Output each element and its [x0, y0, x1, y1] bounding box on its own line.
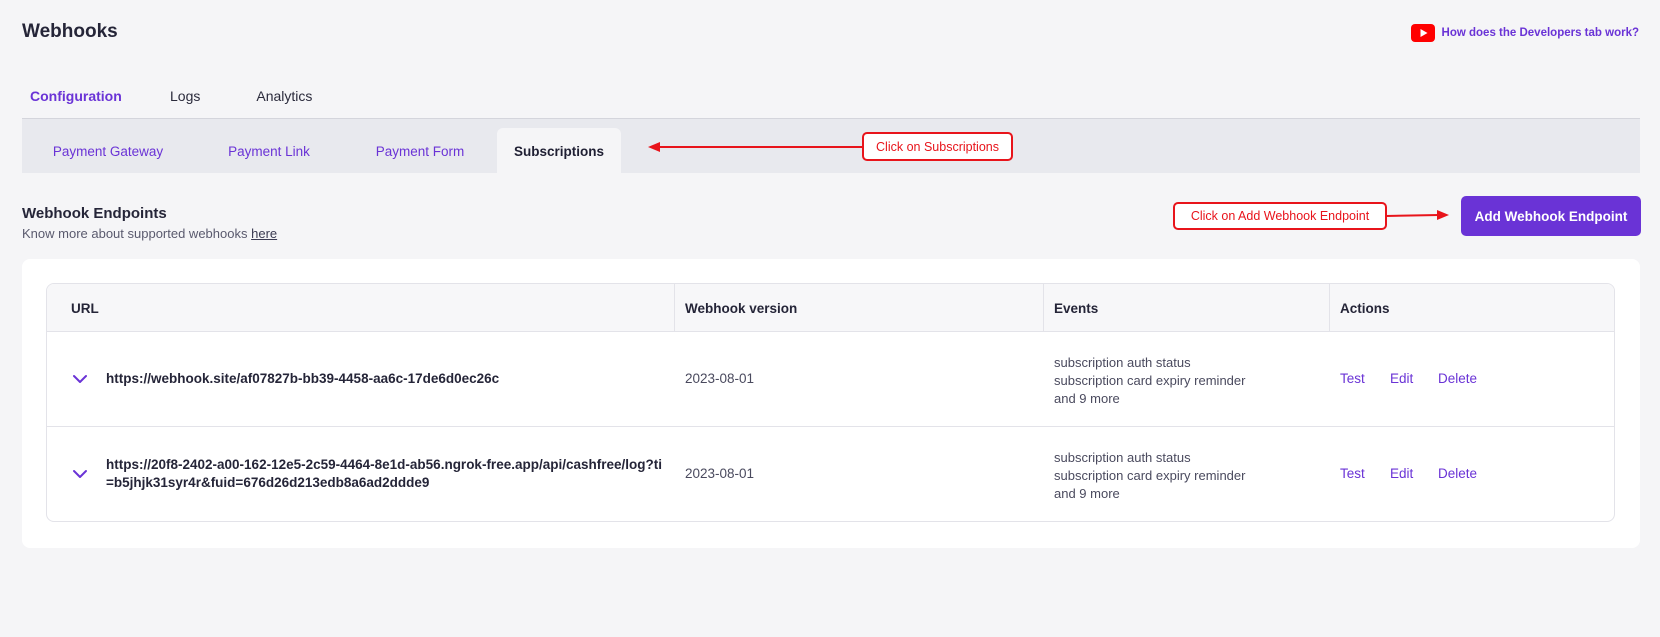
- table-header: URL Webhook version Events Actions: [47, 284, 1614, 332]
- event-item: subscription card expiry reminder: [1054, 468, 1246, 483]
- event-item: subscription auth status: [1054, 355, 1191, 370]
- column-divider: [1329, 284, 1330, 332]
- tab-logs[interactable]: Logs: [170, 66, 200, 120]
- subtab-subscriptions[interactable]: Subscriptions: [497, 128, 621, 174]
- event-more: and 9 more: [1054, 391, 1120, 406]
- webhook-endpoints-table: URL Webhook version Events Actions https…: [46, 283, 1615, 522]
- endpoint-url: https://webhook.site/af07827b-bb39-4458-…: [106, 371, 500, 386]
- chevron-down-icon[interactable]: [71, 370, 89, 388]
- annotation-click-add-endpoint: Click on Add Webhook Endpoint: [1173, 202, 1387, 230]
- event-item: subscription auth status: [1054, 450, 1191, 465]
- column-header-actions: Actions: [1340, 300, 1390, 316]
- column-divider: [1043, 284, 1044, 332]
- endpoint-events: subscription auth status subscription ca…: [1054, 354, 1245, 408]
- chevron-down-icon[interactable]: [71, 465, 89, 483]
- subtab-payment-gateway[interactable]: Payment Gateway: [36, 128, 180, 174]
- annotation-arrow-right: [1385, 210, 1449, 220]
- event-more: and 9 more: [1054, 486, 1120, 501]
- column-header-version: Webhook version: [685, 300, 798, 316]
- edit-action[interactable]: Edit: [1390, 371, 1413, 386]
- webhook-version: 2023-08-01: [685, 371, 755, 386]
- edit-action[interactable]: Edit: [1390, 466, 1413, 481]
- table-row: https://20f8-2402-a00-162-12e5-2c59-4464…: [47, 427, 1614, 521]
- endpoint-events: subscription auth status subscription ca…: [1054, 449, 1245, 503]
- supported-webhooks-link[interactable]: here: [251, 226, 277, 241]
- annotation-click-subscriptions: Click on Subscriptions: [862, 132, 1013, 161]
- table-row: https://webhook.site/af07827b-bb39-4458-…: [47, 332, 1614, 427]
- delete-action[interactable]: Delete: [1438, 371, 1477, 386]
- test-action[interactable]: Test: [1340, 371, 1365, 386]
- youtube-play-icon: [1410, 24, 1435, 42]
- column-header-events: Events: [1054, 300, 1099, 316]
- event-item: subscription card expiry reminder: [1054, 373, 1246, 388]
- webhook-endpoints-title: Webhook Endpoints: [22, 205, 167, 222]
- test-action[interactable]: Test: [1340, 466, 1365, 481]
- subtab-payment-link[interactable]: Payment Link: [212, 128, 326, 174]
- endpoint-url: https://20f8-2402-a00-162-12e5-2c59-4464…: [106, 457, 662, 490]
- column-header-url: URL: [71, 300, 99, 316]
- help-link-label: How does the Developers tab work?: [1441, 27, 1639, 39]
- developers-help-link[interactable]: How does the Developers tab work?: [1410, 24, 1639, 42]
- webhook-version: 2023-08-01: [685, 466, 755, 481]
- annotation-arrow-left: [648, 142, 862, 152]
- webhook-endpoints-subtitle: Know more about supported webhooks here: [22, 226, 278, 241]
- page-title: Webhooks: [22, 21, 118, 42]
- subtab-payment-form[interactable]: Payment Form: [352, 128, 488, 174]
- webhook-endpoints-card: URL Webhook version Events Actions https…: [22, 259, 1640, 548]
- delete-action[interactable]: Delete: [1438, 466, 1477, 481]
- main-tabs: Configuration Logs Analytics: [22, 66, 1640, 122]
- tab-configuration[interactable]: Configuration: [22, 66, 122, 122]
- tab-analytics[interactable]: Analytics: [256, 66, 312, 120]
- column-divider: [674, 284, 675, 332]
- add-webhook-endpoint-button[interactable]: Add Webhook Endpoint: [1461, 196, 1641, 236]
